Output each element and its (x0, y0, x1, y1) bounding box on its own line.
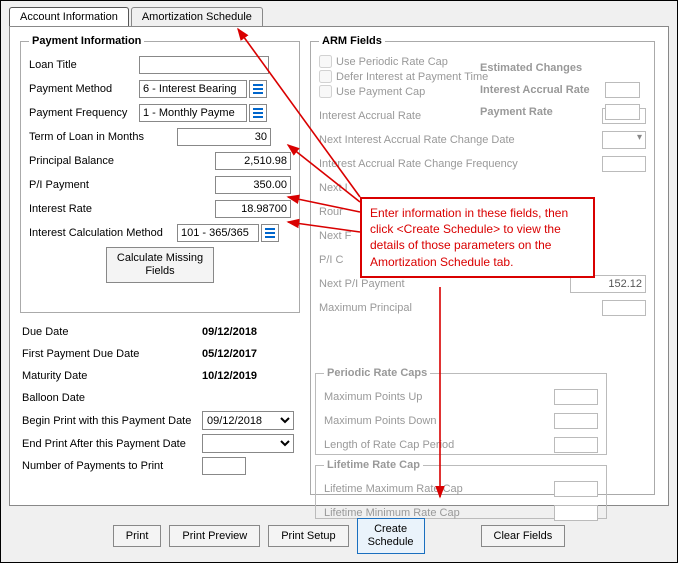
instruction-callout: Enter information in these fields, then … (360, 197, 595, 278)
maturity-date-label: Maturity Date (22, 370, 202, 382)
lifetime-rate-cap-legend: Lifetime Rate Cap (324, 459, 423, 471)
pi-change-freq-label: P/I C (319, 254, 355, 266)
payment-method-input[interactable] (139, 80, 247, 98)
next-rate-label: Next I (319, 182, 355, 194)
app-window: Account Information Amortization Schedul… (0, 0, 678, 563)
payment-frequency-label: Payment Frequency (29, 107, 139, 119)
end-print-label: End Print After this Payment Date (22, 438, 202, 450)
use-periodic-checkbox[interactable] (319, 55, 332, 68)
begin-print-label: Begin Print with this Payment Date (22, 415, 202, 427)
print-setup-button[interactable]: Print Setup (268, 525, 348, 547)
payment-information-legend: Payment Information (29, 35, 144, 47)
periodic-rate-caps-group: Periodic Rate Caps Maximum Points Up Max… (315, 367, 607, 455)
maturity-date-value: 10/12/2019 (202, 370, 257, 382)
principal-label: Principal Balance (29, 155, 139, 167)
max-principal-label: Maximum Principal (319, 302, 519, 314)
max-pts-down-label: Maximum Points Down (324, 415, 524, 427)
tab-account-information[interactable]: Account Information (9, 7, 129, 26)
payment-frequency-picker-icon[interactable] (249, 104, 267, 122)
clear-fields-button[interactable]: Clear Fields (481, 525, 566, 547)
estimated-changes-label: Estimated Changes (480, 62, 608, 74)
int-accrual-rate-est-label: Interest Accrual Rate (480, 84, 605, 96)
num-payments-input[interactable] (202, 457, 246, 475)
calc-method-input[interactable] (177, 224, 259, 242)
term-input[interactable] (177, 128, 271, 146)
life-max-label: Lifetime Maximum Rate Cap (324, 483, 524, 495)
num-payments-label: Number of Payments to Print (22, 460, 202, 472)
use-payment-cap-checkbox[interactable] (319, 85, 332, 98)
periodic-rate-caps-legend: Periodic Rate Caps (324, 367, 430, 379)
print-preview-button[interactable]: Print Preview (169, 525, 260, 547)
loan-title-label: Loan Title (29, 59, 139, 71)
due-date-value: 09/12/2018 (202, 326, 257, 338)
payment-information-group: Payment Information Loan Title Payment M… (20, 35, 300, 313)
create-schedule-button[interactable]: Create Schedule (357, 518, 425, 554)
int-accrual-rate-est-input[interactable] (605, 82, 640, 98)
payment-rate-est-label: Payment Rate (480, 106, 605, 118)
max-principal-input[interactable] (602, 300, 646, 316)
calc-method-picker-icon[interactable] (261, 224, 279, 242)
iar-change-freq-label: Interest Accrual Rate Change Frequency (319, 158, 539, 170)
begin-print-select[interactable]: 09/12/2018 (202, 411, 294, 430)
pi-label: P/I Payment (29, 179, 139, 191)
rounding-label: Rour (319, 206, 355, 218)
next-iar-change-select[interactable] (602, 131, 646, 149)
pi-input[interactable] (215, 176, 291, 194)
due-date-label: Due Date (22, 326, 202, 338)
interest-rate-input[interactable] (215, 200, 291, 218)
life-max-input[interactable] (554, 481, 598, 497)
len-rate-cap-input[interactable] (554, 437, 598, 453)
next-payment-change-label: Next F (319, 230, 355, 242)
term-label: Term of Loan in Months (29, 131, 177, 143)
payment-method-label: Payment Method (29, 83, 139, 95)
print-button[interactable]: Print (113, 525, 162, 547)
principal-input[interactable] (215, 152, 291, 170)
defer-interest-label: Defer Interest at Payment Time (336, 71, 488, 83)
next-pi-label: Next P/I Payment (319, 278, 519, 290)
balloon-date-label: Balloon Date (22, 392, 202, 404)
payment-frequency-input[interactable] (139, 104, 247, 122)
payment-method-picker-icon[interactable] (249, 80, 267, 98)
lifetime-rate-cap-group: Lifetime Rate Cap Lifetime Maximum Rate … (315, 459, 607, 519)
first-payment-label: First Payment Due Date (22, 348, 202, 360)
payment-rate-est-input[interactable] (605, 104, 640, 120)
end-print-select[interactable] (202, 434, 294, 453)
dates-block: Due Date09/12/2018 First Payment Due Dat… (22, 323, 302, 479)
max-pts-up-label: Maximum Points Up (324, 391, 524, 403)
loan-title-input[interactable] (139, 56, 269, 74)
len-rate-cap-label: Length of Rate Cap Period (324, 439, 524, 451)
max-pts-down-input[interactable] (554, 413, 598, 429)
interest-rate-label: Interest Rate (29, 203, 139, 215)
next-iar-change-label: Next Interest Accrual Rate Change Date (319, 134, 539, 146)
calc-method-label: Interest Calculation Method (29, 227, 177, 239)
calculate-missing-fields-button[interactable]: Calculate Missing Fields (106, 247, 214, 283)
use-payment-cap-label: Use Payment Cap (336, 86, 425, 98)
use-periodic-label: Use Periodic Rate Cap (336, 56, 448, 68)
max-pts-up-input[interactable] (554, 389, 598, 405)
tab-strip: Account Information Amortization Schedul… (9, 7, 677, 26)
first-payment-value: 05/12/2017 (202, 348, 257, 360)
arm-fields-legend: ARM Fields (319, 35, 385, 47)
iar-change-freq-input[interactable] (602, 156, 646, 172)
tab-amortization-schedule[interactable]: Amortization Schedule (131, 7, 263, 26)
main-panel: Payment Information Loan Title Payment M… (9, 26, 669, 506)
button-bar: Print Print Preview Print Setup Create S… (1, 518, 677, 554)
defer-interest-checkbox[interactable] (319, 70, 332, 83)
